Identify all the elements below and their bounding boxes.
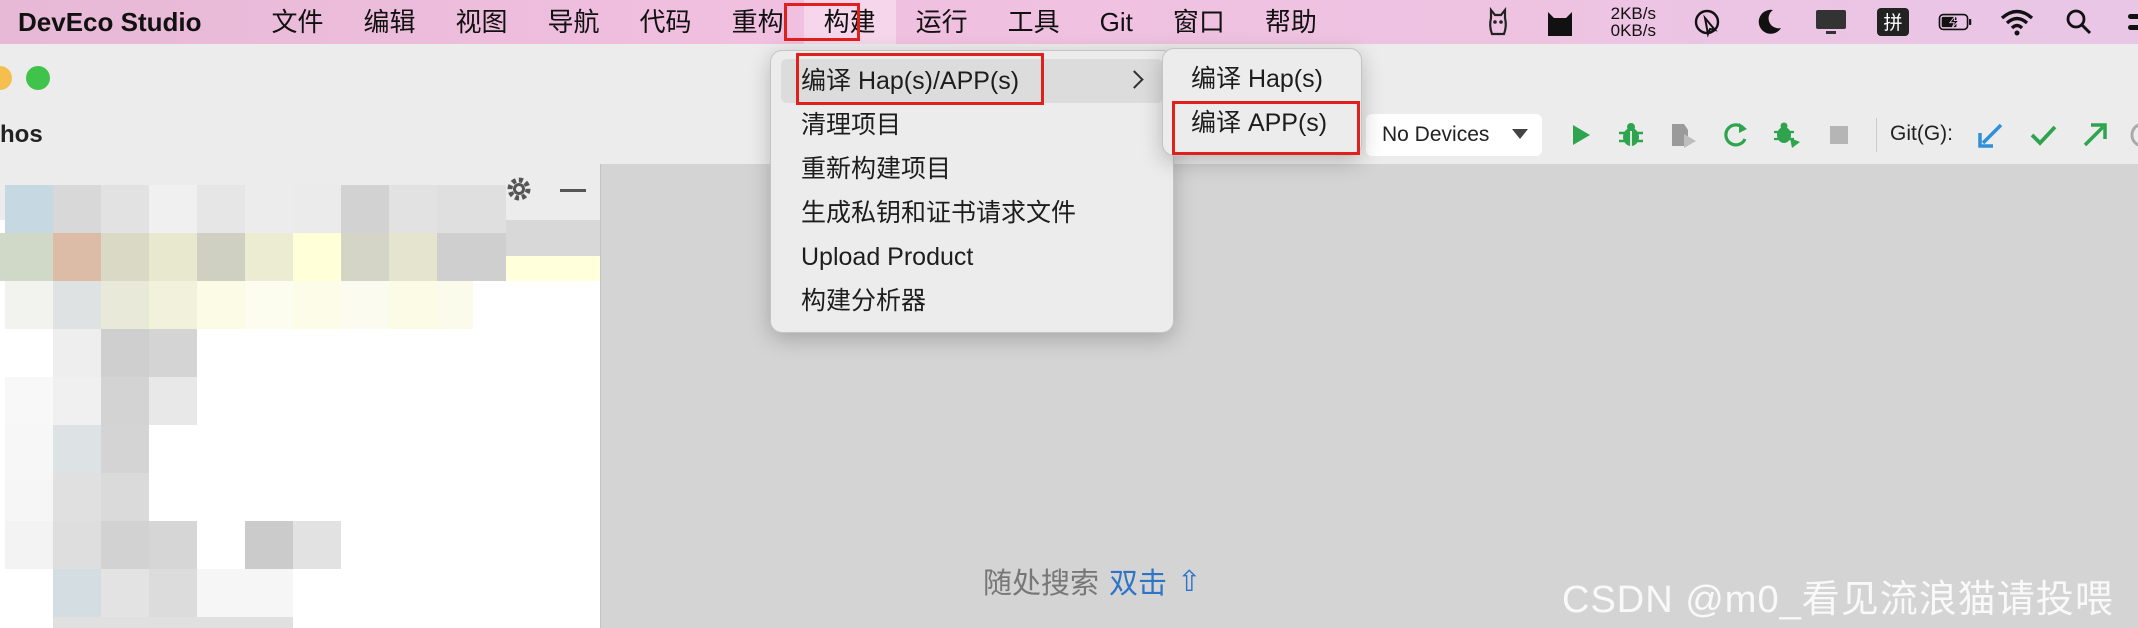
menu-item-build-analyzer[interactable]: 构建分析器 [771, 279, 1173, 323]
menu-bar: DevEco Studio 文件 编辑 视图 导航 代码 重构 构建 运行 工具… [0, 0, 2138, 44]
run-icon[interactable] [1564, 118, 1598, 152]
search-hint-text: 随处搜索 [983, 568, 1100, 600]
search-everywhere-hint: 随处搜索 双击 ⇧ [983, 560, 1201, 602]
stop-icon[interactable] [1822, 118, 1856, 152]
git-update-icon[interactable] [1974, 118, 2008, 152]
git-history-icon[interactable] [2126, 118, 2138, 152]
profile-icon[interactable] [1770, 118, 1804, 152]
git-push-icon[interactable] [2078, 118, 2112, 152]
download-speed: 0KB/s [1610, 21, 1656, 40]
chevron-right-icon [1125, 70, 1144, 89]
menu-window[interactable]: 窗口 [1153, 0, 1245, 44]
input-method-icon[interactable]: 拼 [1876, 5, 1910, 39]
shift-key-icon: ⇧ [1177, 565, 1202, 598]
debug-icon[interactable] [1614, 118, 1648, 152]
alpaca-icon[interactable] [1481, 5, 1515, 39]
search-icon[interactable] [2062, 5, 2096, 39]
device-selector[interactable]: No Devices [1366, 114, 1542, 156]
cursor-icon[interactable] [1690, 5, 1724, 39]
display-icon[interactable] [1814, 5, 1848, 39]
project-name[interactable]: hos [0, 121, 43, 149]
battery-icon[interactable] [1938, 5, 1972, 39]
apply-changes-icon[interactable] [1718, 118, 1752, 152]
menu-item-clean-project[interactable]: 清理项目 [771, 103, 1173, 147]
chevron-down-icon [1512, 129, 1528, 139]
menu-tools[interactable]: 工具 [988, 0, 1080, 44]
input-method-label: 拼 [1883, 12, 1902, 34]
status-area: 2KB/s 0KB/s 拼 [1467, 0, 2138, 44]
build-app-highlight [1172, 101, 1360, 155]
build-menu-highlight [784, 3, 860, 41]
moon-icon[interactable] [1752, 5, 1786, 39]
menu-edit[interactable]: 编辑 [344, 0, 436, 44]
build-hap-app-highlight [796, 53, 1044, 105]
menu-help[interactable]: 帮助 [1245, 0, 1337, 44]
attach-debugger-icon[interactable] [1666, 118, 1700, 152]
toolbar-separator [1876, 118, 1877, 152]
submenu-item-build-hap[interactable]: 编译 Hap(s) [1163, 57, 1361, 101]
menu-item-upload-product[interactable]: Upload Product [771, 235, 1173, 279]
git-commit-icon[interactable] [2026, 118, 2060, 152]
control-center-icon[interactable] [2124, 5, 2138, 39]
wifi-icon[interactable] [2000, 5, 2034, 39]
cat-icon[interactable] [1543, 5, 1577, 39]
device-selector-label: No Devices [1382, 123, 1490, 146]
menu-navigate[interactable]: 导航 [528, 0, 620, 44]
menu-item-generate-key-csr[interactable]: 生成私钥和证书请求文件 [771, 191, 1173, 235]
menu-code[interactable]: 代码 [620, 0, 712, 44]
watermark: CSDN @m0_看见流浪猫请投喂 [1562, 579, 2114, 621]
search-hint-shortcut: 双击 [1109, 568, 1168, 600]
menu-view[interactable]: 视图 [436, 0, 528, 44]
upload-speed: 2KB/s [1610, 4, 1656, 23]
git-label: Git(G): [1890, 122, 1953, 145]
menu-git[interactable]: Git [1080, 0, 1153, 44]
window-zoom-button[interactable] [26, 66, 50, 90]
menu-item-rebuild-project[interactable]: 重新构建项目 [771, 147, 1173, 191]
blurred-project-tree [0, 185, 600, 628]
menu-run[interactable]: 运行 [896, 0, 988, 44]
app-name-menu[interactable]: DevEco Studio [0, 7, 201, 38]
network-speed: 2KB/s 0KB/s [1611, 5, 1656, 39]
menu-file[interactable]: 文件 [251, 0, 343, 44]
